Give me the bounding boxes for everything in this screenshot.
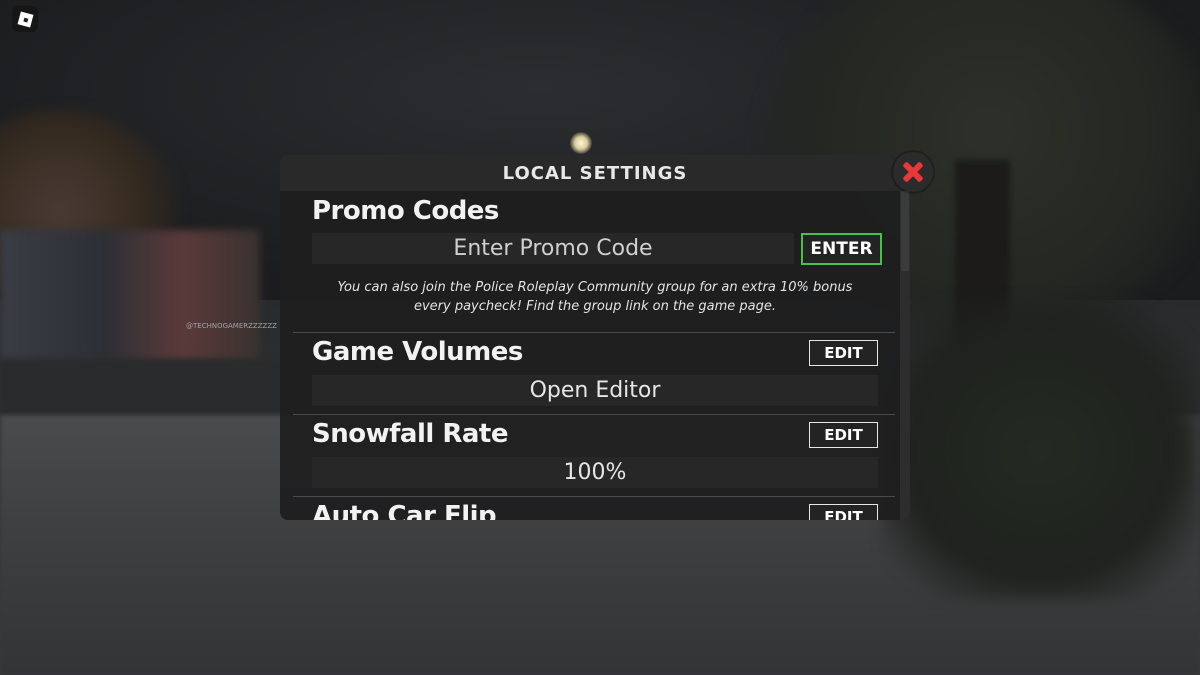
close-button[interactable] bbox=[893, 152, 933, 192]
snowfall-rate-heading: Snowfall Rate bbox=[312, 419, 508, 449]
snowfall-rate-edit-button[interactable]: EDIT bbox=[809, 422, 878, 448]
panel-header: LOCAL SETTINGS bbox=[280, 155, 910, 191]
background-street-light bbox=[570, 132, 592, 154]
game-volumes-value[interactable]: Open Editor bbox=[312, 375, 878, 406]
panel-title: LOCAL SETTINGS bbox=[502, 162, 688, 184]
divider bbox=[293, 332, 895, 333]
scrollbar-thumb[interactable] bbox=[901, 191, 909, 271]
scrollbar[interactable] bbox=[900, 191, 910, 520]
roblox-menu-icon[interactable] bbox=[12, 6, 38, 32]
background-building bbox=[0, 230, 260, 360]
divider bbox=[293, 414, 895, 415]
local-settings-panel: LOCAL SETTINGS Promo Codes ENTER You can… bbox=[280, 155, 910, 520]
settings-scroll-area[interactable]: Promo Codes ENTER You can also join the … bbox=[280, 191, 910, 520]
auto-car-flip-heading: Auto Car Flip bbox=[312, 501, 497, 520]
enter-promo-button[interactable]: ENTER bbox=[801, 233, 882, 265]
game-viewport: @TECHNOGAMERZZZZZZ LOCAL SETTINGS Promo … bbox=[0, 0, 1200, 675]
player-name-tag: @TECHNOGAMERZZZZZZ bbox=[186, 322, 277, 330]
promo-code-input[interactable] bbox=[312, 233, 794, 264]
background-bush bbox=[880, 300, 1200, 600]
auto-car-flip-edit-button[interactable]: EDIT bbox=[809, 504, 878, 520]
close-icon bbox=[902, 161, 924, 183]
game-volumes-heading: Game Volumes bbox=[312, 337, 523, 367]
game-volumes-edit-button[interactable]: EDIT bbox=[809, 340, 878, 366]
divider bbox=[293, 496, 895, 497]
roblox-logo-icon bbox=[17, 11, 33, 27]
snowfall-rate-value: 100% bbox=[312, 457, 878, 488]
promo-note: You can also join the Police Roleplay Co… bbox=[337, 280, 853, 314]
promo-codes-heading: Promo Codes bbox=[312, 196, 499, 226]
